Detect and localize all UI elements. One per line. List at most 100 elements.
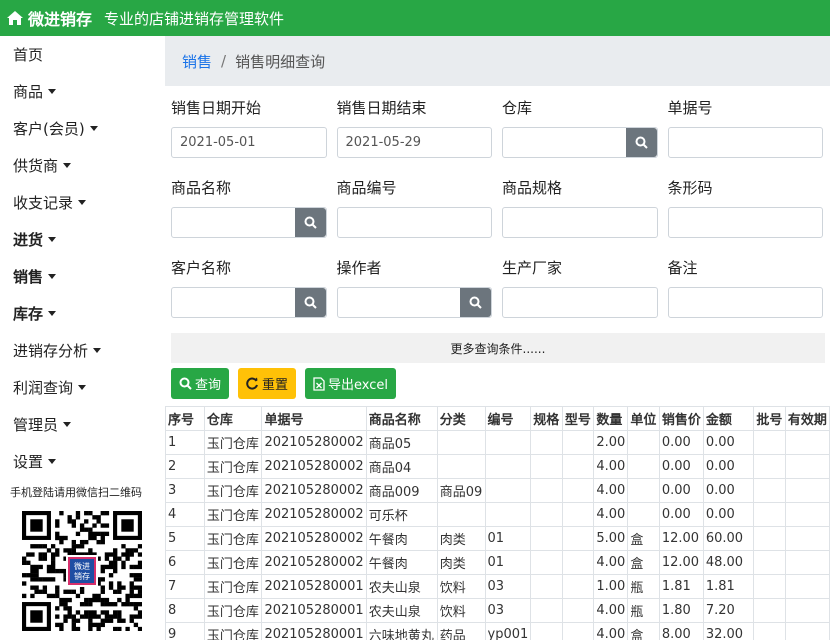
- table-cell: [436, 502, 486, 527]
- customer-name-label: 客户名称: [171, 259, 232, 277]
- column-header[interactable]: 商品名称: [365, 406, 438, 431]
- table-row[interactable]: 4 玉门仓库 202105280002 可乐杯 4.00 0.00 0.00: [165, 502, 830, 527]
- table-cell: 瓶: [627, 574, 660, 599]
- warehouse-group: 仓库: [502, 94, 668, 174]
- product-name-input[interactable]: [172, 208, 295, 237]
- sidebar-item-finance-records[interactable]: 收支记录: [0, 184, 165, 221]
- table-cell: 玉门仓库: [203, 598, 263, 623]
- column-header[interactable]: 销售价: [658, 406, 704, 431]
- column-header[interactable]: 金额: [702, 406, 755, 431]
- sidebar-item-label: 管理员: [13, 416, 59, 434]
- table-cell: 瓶: [627, 598, 660, 623]
- operator-input[interactable]: [337, 288, 460, 317]
- table-cell: 0.00: [702, 478, 755, 503]
- sale-date-end-input[interactable]: [337, 128, 491, 157]
- query-button[interactable]: 查询: [171, 368, 230, 399]
- product-name-label: 商品名称: [171, 179, 232, 197]
- operator-search-button[interactable]: [460, 288, 491, 317]
- table-cell: 0.00: [702, 430, 755, 455]
- table-row[interactable]: 1 玉门仓库 202105280002 商品05 2.00 0.00 0.00: [165, 430, 830, 455]
- table-row[interactable]: 7 玉门仓库 202105280001 农夫山泉 饮料 03 1.00 瓶 1.81 1.81: [165, 574, 830, 599]
- sale-date-start-input[interactable]: [172, 128, 326, 157]
- column-header[interactable]: 型号: [561, 406, 595, 431]
- home-icon[interactable]: [6, 10, 24, 26]
- table-cell: 4: [165, 502, 205, 527]
- export-excel-button[interactable]: 导出excel: [305, 368, 397, 399]
- customer-name-input[interactable]: [172, 288, 295, 317]
- product-code-input[interactable]: [337, 208, 491, 237]
- customer-name-search-button[interactable]: [294, 288, 326, 317]
- warehouse-search-button[interactable]: [625, 128, 657, 157]
- table-cell: [784, 454, 830, 479]
- caret-down-icon: [63, 163, 72, 168]
- table-row[interactable]: 9 玉门仓库 202105280001 六味地黄丸 药品 yp001 4.00 盒 8.00 32…: [165, 622, 830, 640]
- table-cell: [753, 454, 786, 479]
- reset-button[interactable]: 重置: [238, 368, 297, 399]
- sales-detail-table-container[interactable]: 序号 仓库 单据号 商品名称 分类 编号 规格 型号 数量 单位 销售价 金额 批号 有效期 1 玉门仓库 2…: [165, 406, 830, 640]
- remark-input[interactable]: [668, 288, 822, 317]
- table-row[interactable]: 5 玉门仓库 202105280002 午餐肉 肉类 01 5.00 盒 12.00 60.00: [165, 526, 830, 551]
- table-cell: [784, 550, 830, 575]
- barcode-input[interactable]: [668, 208, 822, 237]
- sidebar-item-customers[interactable]: 客户(会员): [0, 110, 165, 147]
- table-header-row: 序号 仓库 单据号 商品名称 分类 编号 规格 型号 数量 单位 销售价 金额 批号 有效期: [165, 406, 830, 431]
- table-cell: 0.00: [658, 454, 704, 479]
- table-cell: 玉门仓库: [203, 574, 263, 599]
- warehouse-input[interactable]: [503, 128, 626, 157]
- table-row[interactable]: 6 玉门仓库 202105280002 午餐肉 肉类 01 4.00 盒 12.00 48.00: [165, 550, 830, 575]
- product-spec-label: 商品规格: [502, 179, 563, 197]
- table-cell: 8: [165, 598, 205, 623]
- sidebar-item-suppliers[interactable]: 供货商: [0, 147, 165, 184]
- product-name-search-button[interactable]: [294, 208, 326, 237]
- form-row: 商品名称 商品编号 商品规格 条形码: [171, 174, 830, 254]
- product-spec-input[interactable]: [503, 208, 657, 237]
- table-cell: [561, 622, 595, 640]
- table-row[interactable]: 3 玉门仓库 202105280002 商品009 商品09 4.00 0.00 0.00: [165, 478, 830, 503]
- table-row[interactable]: 2 玉门仓库 202105280002 商品04 4.00 0.00 0.00: [165, 454, 830, 479]
- column-header[interactable]: 仓库: [203, 406, 263, 431]
- sidebar-item-label: 收支记录: [13, 194, 74, 212]
- column-header[interactable]: 有效期: [784, 406, 830, 431]
- remark-label: 备注: [667, 259, 698, 277]
- sidebar-item-sales[interactable]: 销售: [0, 258, 165, 295]
- column-header[interactable]: 序号: [165, 406, 205, 431]
- table-cell: [753, 622, 786, 640]
- doc-number-input[interactable]: [668, 128, 822, 157]
- column-header[interactable]: 批号: [753, 406, 786, 431]
- operator-field: [336, 287, 492, 318]
- column-header[interactable]: 规格: [530, 406, 563, 431]
- sidebar-item-label: 供货商: [13, 157, 59, 175]
- product-code-label: 商品编号: [336, 179, 397, 197]
- app-brand[interactable]: 微进销存: [28, 6, 92, 30]
- table-cell: 玉门仓库: [203, 478, 263, 503]
- table-cell: 0.00: [658, 502, 704, 527]
- sidebar-item-home[interactable]: 首页: [0, 36, 165, 73]
- caret-down-icon: [93, 348, 102, 353]
- sale-date-end-label: 销售日期结束: [336, 99, 427, 117]
- caret-down-icon: [63, 422, 72, 427]
- breadcrumb-sales-link[interactable]: 销售: [182, 51, 212, 72]
- qr-logo-text: 微进: [74, 561, 90, 571]
- sidebar-item-profit-query[interactable]: 利润查询: [0, 369, 165, 406]
- manufacturer-input[interactable]: [503, 288, 657, 317]
- sidebar-item-settings[interactable]: 设置: [0, 443, 165, 480]
- sidebar-item-inventory[interactable]: 库存: [0, 295, 165, 332]
- sidebar-item-admin[interactable]: 管理员: [0, 406, 165, 443]
- table-cell: [530, 622, 563, 640]
- more-conditions-toggle[interactable]: 更多查询条件......: [171, 333, 825, 363]
- column-header[interactable]: 单据号: [261, 406, 367, 431]
- table-row[interactable]: 8 玉门仓库 202105280001 农夫山泉 饮料 03 4.00 瓶 1.80 7.20: [165, 598, 830, 623]
- column-header[interactable]: 编号: [484, 406, 532, 431]
- sidebar-item-label: 商品: [13, 83, 44, 101]
- table-cell: 12.00: [658, 550, 704, 575]
- sidebar-item-analysis[interactable]: 进销存分析: [0, 332, 165, 369]
- caret-down-icon: [48, 459, 57, 464]
- sidebar-item-products[interactable]: 商品: [0, 73, 165, 110]
- column-header[interactable]: 分类: [436, 406, 486, 431]
- table-cell: 6: [165, 550, 205, 575]
- column-header[interactable]: 单位: [627, 406, 660, 431]
- sidebar-nav: 首页商品客户(会员) 供货商收支记录进货 销售 库存 进销存分析 利润查询管理员设置: [0, 36, 165, 480]
- table-cell: [484, 502, 532, 527]
- column-header[interactable]: 数量: [593, 406, 629, 431]
- sidebar-item-purchasing[interactable]: 进货: [0, 221, 165, 258]
